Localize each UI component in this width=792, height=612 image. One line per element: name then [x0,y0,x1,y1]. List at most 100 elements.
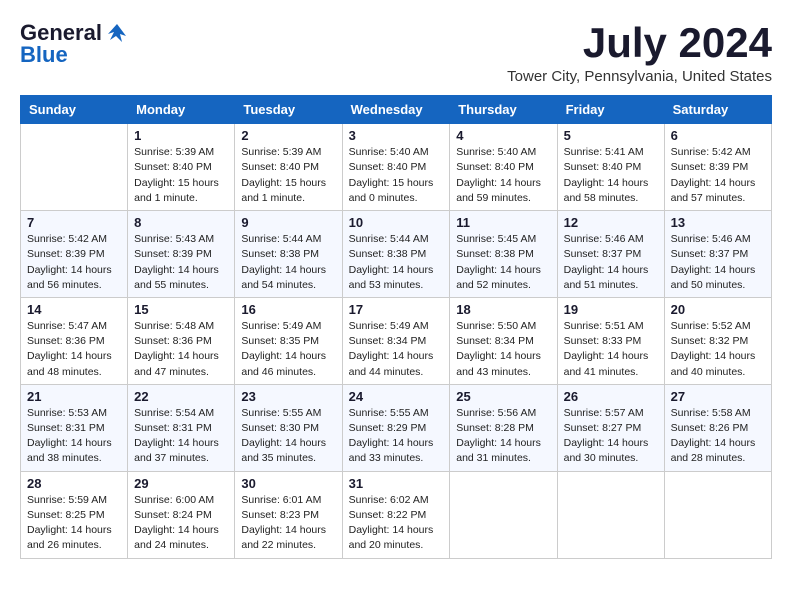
day-number: 22 [134,389,228,404]
day-info: Sunrise: 5:56 AM Sunset: 8:28 PM Dayligh… [456,406,550,467]
day-info: Sunrise: 5:55 AM Sunset: 8:30 PM Dayligh… [241,406,335,467]
day-number: 6 [671,128,765,143]
day-info: Sunrise: 5:57 AM Sunset: 8:27 PM Dayligh… [564,406,658,467]
calendar-cell: 5Sunrise: 5:41 AM Sunset: 8:40 PM Daylig… [557,124,664,211]
column-header-monday: Monday [128,96,235,124]
calendar-cell: 9Sunrise: 5:44 AM Sunset: 8:38 PM Daylig… [235,211,342,298]
calendar-cell: 23 Sunrise: 5:55 AM Sunset: 8:30 PM Dayli… [235,384,342,471]
calendar-week-row: 14 Sunrise: 5:47 AM Sunset: 8:36 PM Dayli… [21,297,772,384]
day-info: Sunrise: 5:39 AM Sunset: 8:40 PM Dayligh… [134,145,228,206]
day-info: Sunrise: 5:52 AM Sunset: 8:32 PM Dayligh… [671,319,765,380]
day-info: Sunrise: 5:44 AM Sunset: 8:38 PM Dayligh… [241,232,335,293]
logo-bird-icon [106,22,128,44]
calendar-cell: 18 Sunrise: 5:50 AM Sunset: 8:34 PM Dayli… [450,297,557,384]
calendar-cell: 30 Sunrise: 6:01 AM Sunset: 8:23 PM Dayli… [235,471,342,558]
day-info: Sunrise: 5:59 AM Sunset: 8:25 PM Dayligh… [27,493,121,554]
calendar-cell: 27Sunrise: 5:58 AM Sunset: 8:26 PM Dayli… [664,384,771,471]
calendar-cell: 4 Sunrise: 5:40 AM Sunset: 8:40 PM Daylig… [450,124,557,211]
calendar-cell: 25Sunrise: 5:56 AM Sunset: 8:28 PM Dayli… [450,384,557,471]
column-header-thursday: Thursday [450,96,557,124]
page-header: General Blue July 2024 Tower City, Penns… [20,20,772,85]
day-info: Sunrise: 5:45 AM Sunset: 8:38 PM Dayligh… [456,232,550,293]
day-number: 31 [349,476,444,491]
day-number: 1 [134,128,228,143]
day-info: Sunrise: 6:01 AM Sunset: 8:23 PM Dayligh… [241,493,335,554]
day-number: 23 [241,389,335,404]
day-number: 4 [456,128,550,143]
column-header-saturday: Saturday [664,96,771,124]
day-number: 20 [671,302,765,317]
day-info: Sunrise: 5:40 AM Sunset: 8:40 PM Dayligh… [456,145,550,206]
day-info: Sunrise: 5:47 AM Sunset: 8:36 PM Dayligh… [27,319,121,380]
day-info: Sunrise: 5:53 AM Sunset: 8:31 PM Dayligh… [27,406,121,467]
day-info: Sunrise: 5:49 AM Sunset: 8:34 PM Dayligh… [349,319,444,380]
logo-blue-text: Blue [20,42,68,68]
calendar-cell: 28 Sunrise: 5:59 AM Sunset: 8:25 PM Dayli… [21,471,128,558]
calendar-week-row: 7Sunrise: 5:42 AM Sunset: 8:39 PM Daylig… [21,211,772,298]
day-info: Sunrise: 5:49 AM Sunset: 8:35 PM Dayligh… [241,319,335,380]
day-info: Sunrise: 5:58 AM Sunset: 8:26 PM Dayligh… [671,406,765,467]
calendar-cell: 17 Sunrise: 5:49 AM Sunset: 8:34 PM Dayli… [342,297,450,384]
calendar-cell: 20 Sunrise: 5:52 AM Sunset: 8:32 PM Dayli… [664,297,771,384]
calendar-cell: 2Sunrise: 5:39 AM Sunset: 8:40 PM Daylig… [235,124,342,211]
day-number: 13 [671,215,765,230]
calendar-cell: 11Sunrise: 5:45 AM Sunset: 8:38 PM Dayli… [450,211,557,298]
calendar-cell: 19 Sunrise: 5:51 AM Sunset: 8:33 PM Dayli… [557,297,664,384]
month-title: July 2024 [507,20,772,66]
day-number: 17 [349,302,444,317]
calendar-cell: 6 Sunrise: 5:42 AM Sunset: 8:39 PM Daylig… [664,124,771,211]
calendar-week-row: 28 Sunrise: 5:59 AM Sunset: 8:25 PM Dayli… [21,471,772,558]
day-number: 24 [349,389,444,404]
day-number: 21 [27,389,121,404]
day-info: Sunrise: 5:41 AM Sunset: 8:40 PM Dayligh… [564,145,658,206]
day-info: Sunrise: 5:48 AM Sunset: 8:36 PM Dayligh… [134,319,228,380]
day-info: Sunrise: 5:44 AM Sunset: 8:38 PM Dayligh… [349,232,444,293]
logo: General Blue [20,20,128,68]
calendar-cell: 29Sunrise: 6:00 AM Sunset: 8:24 PM Dayli… [128,471,235,558]
day-number: 29 [134,476,228,491]
calendar-cell: 8 Sunrise: 5:43 AM Sunset: 8:39 PM Daylig… [128,211,235,298]
calendar-table: SundayMondayTuesdayWednesdayThursdayFrid… [20,95,772,558]
calendar-cell: 7Sunrise: 5:42 AM Sunset: 8:39 PM Daylig… [21,211,128,298]
calendar-week-row: 21 Sunrise: 5:53 AM Sunset: 8:31 PM Dayli… [21,384,772,471]
day-number: 3 [349,128,444,143]
column-header-friday: Friday [557,96,664,124]
day-info: Sunrise: 5:40 AM Sunset: 8:40 PM Dayligh… [349,145,444,206]
calendar-cell: 12 Sunrise: 5:46 AM Sunset: 8:37 PM Dayli… [557,211,664,298]
day-number: 7 [27,215,121,230]
day-number: 19 [564,302,658,317]
day-number: 28 [27,476,121,491]
day-number: 26 [564,389,658,404]
day-number: 12 [564,215,658,230]
calendar-week-row: 1 Sunrise: 5:39 AM Sunset: 8:40 PM Daylig… [21,124,772,211]
day-info: Sunrise: 5:50 AM Sunset: 8:34 PM Dayligh… [456,319,550,380]
column-header-tuesday: Tuesday [235,96,342,124]
day-info: Sunrise: 5:46 AM Sunset: 8:37 PM Dayligh… [564,232,658,293]
day-info: Sunrise: 5:43 AM Sunset: 8:39 PM Dayligh… [134,232,228,293]
calendar-cell: 10 Sunrise: 5:44 AM Sunset: 8:38 PM Dayli… [342,211,450,298]
day-number: 10 [349,215,444,230]
calendar-cell: 13Sunrise: 5:46 AM Sunset: 8:37 PM Dayli… [664,211,771,298]
day-number: 15 [134,302,228,317]
title-block: July 2024 Tower City, Pennsylvania, Unit… [507,20,772,85]
calendar-cell: 16Sunrise: 5:49 AM Sunset: 8:35 PM Dayli… [235,297,342,384]
calendar-header-row: SundayMondayTuesdayWednesdayThursdayFrid… [21,96,772,124]
calendar-cell: 3 Sunrise: 5:40 AM Sunset: 8:40 PM Daylig… [342,124,450,211]
column-header-wednesday: Wednesday [342,96,450,124]
day-number: 18 [456,302,550,317]
calendar-cell: 24Sunrise: 5:55 AM Sunset: 8:29 PM Dayli… [342,384,450,471]
calendar-cell [664,471,771,558]
day-info: Sunrise: 6:02 AM Sunset: 8:22 PM Dayligh… [349,493,444,554]
day-number: 30 [241,476,335,491]
day-info: Sunrise: 5:51 AM Sunset: 8:33 PM Dayligh… [564,319,658,380]
calendar-cell [450,471,557,558]
day-info: Sunrise: 5:54 AM Sunset: 8:31 PM Dayligh… [134,406,228,467]
calendar-cell: 15 Sunrise: 5:48 AM Sunset: 8:36 PM Dayli… [128,297,235,384]
calendar-cell: 21 Sunrise: 5:53 AM Sunset: 8:31 PM Dayli… [21,384,128,471]
day-number: 14 [27,302,121,317]
calendar-cell: 22 Sunrise: 5:54 AM Sunset: 8:31 PM Dayli… [128,384,235,471]
day-number: 8 [134,215,228,230]
location-text: Tower City, Pennsylvania, United States [507,68,772,85]
day-info: Sunrise: 5:42 AM Sunset: 8:39 PM Dayligh… [671,145,765,206]
calendar-cell [557,471,664,558]
